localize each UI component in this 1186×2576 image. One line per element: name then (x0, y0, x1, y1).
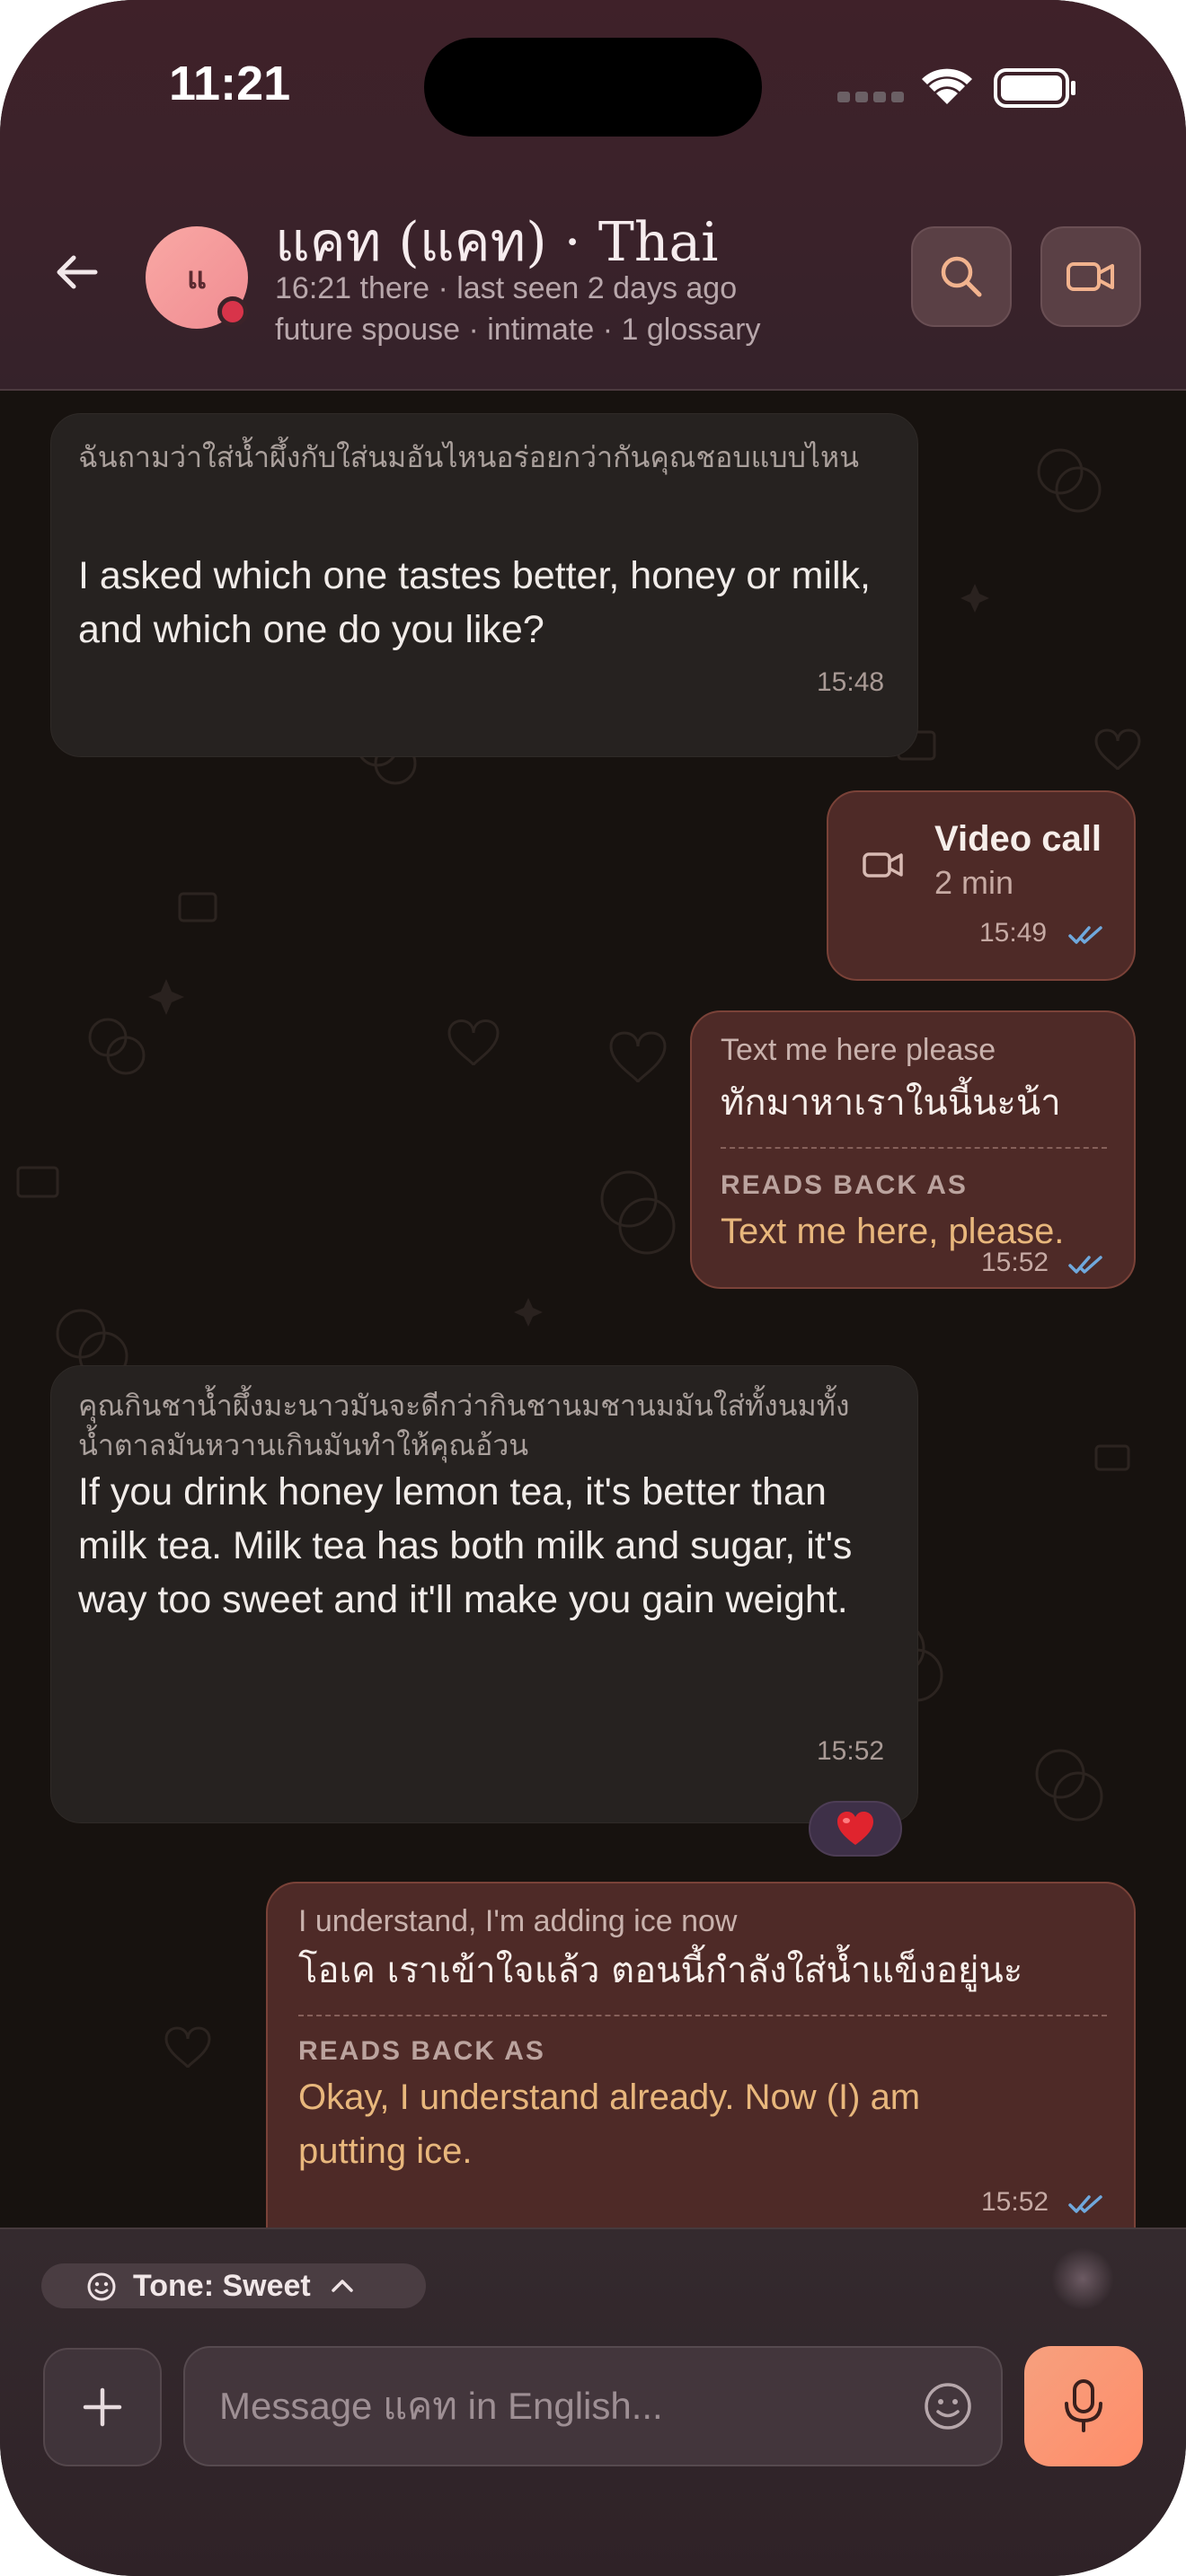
message-placeholder: Message แคท in English... (219, 2385, 663, 2427)
message-time: 15:49 (979, 918, 1048, 948)
message-list[interactable]: ฉันถามว่าใส่น้ำผึ้งกับใส่นมอันไหนอร่อยกว… (0, 391, 1186, 2228)
composer-bar: Tone: Sweet Message แคท in English... (0, 2228, 1186, 2576)
status-icons (837, 68, 1075, 108)
heart-icon (837, 1812, 873, 1845)
thai-translation-text: ทักมาหาเราในนี้นะน้า (721, 1082, 1061, 1124)
reads-back-label: READS BACK AS (298, 2036, 545, 2066)
thai-translation-text: โอเค เราเข้าใจแล้ว ตอนนี้กำลังใส่น้ำแข็ง… (298, 1950, 1023, 1991)
decorative-glow (1051, 2247, 1114, 2310)
avatar-initials: แ (187, 260, 207, 296)
reads-back-label: READS BACK AS (721, 1170, 968, 1200)
message-time: 15:52 (981, 2187, 1049, 2217)
video-camera-icon (1067, 262, 1114, 291)
divider (298, 2015, 1107, 2016)
signal-icon (837, 92, 850, 102)
english-source-text: I understand, I'm adding ice now (298, 1904, 738, 1938)
reaction-heart[interactable] (809, 1801, 902, 1857)
video-call-button[interactable] (1040, 226, 1141, 327)
incoming-message-bubble[interactable]: ฉันถามว่าใส่น้ำผึ้งกับใส่นมอันไหนอร่อยกว… (50, 413, 918, 757)
message-time: 15:52 (981, 1248, 1049, 1277)
video-camera-icon (863, 852, 903, 878)
plus-icon (83, 2387, 122, 2427)
wifi-icon (922, 68, 972, 104)
battery-icon (994, 68, 1075, 108)
double-check-icon (1068, 2195, 1102, 2213)
tone-label: Tone: Sweet (133, 2268, 311, 2303)
face-tone-icon (87, 2272, 116, 2301)
translated-text: If you drink honey lemon tea, it's bette… (78, 1470, 853, 1621)
message-time: 15:52 (817, 1736, 885, 1766)
arrow-left-icon (57, 255, 98, 289)
message-time: 15:48 (817, 667, 885, 697)
chevron-up-icon (331, 2280, 353, 2292)
message-input[interactable]: Message แคท in English... (183, 2346, 1003, 2466)
divider (721, 1147, 1107, 1149)
contact-status: 16:21 there · last seen 2 days ago (275, 271, 738, 305)
status-time: 11:21 (169, 57, 291, 110)
search-button[interactable] (911, 226, 1012, 327)
outgoing-message-bubble[interactable]: I understand, I'm adding ice now โอเค เร… (266, 1882, 1136, 2228)
search-icon (941, 256, 982, 297)
original-thai-text: คุณกินชาน้ำผึ้งมะนาวมันจะดีกว่ากินชานมชา… (78, 1389, 850, 1462)
microphone-icon (1065, 2379, 1102, 2432)
chat-header: 11:21 แ แคท (แคท) · Thai 16:21 there · l… (0, 0, 1186, 391)
dynamic-island (424, 38, 762, 137)
double-check-icon (1068, 1256, 1102, 1274)
back-button[interactable] (45, 241, 108, 304)
video-call-bubble[interactable]: Video call 2 min 15:49 (827, 790, 1136, 981)
tone-selector[interactable]: Tone: Sweet (41, 2263, 426, 2308)
voice-record-button[interactable] (1024, 2346, 1143, 2466)
translated-text: I asked which one tastes better, honey o… (78, 554, 871, 651)
presence-dot (217, 296, 248, 327)
contact-relationship: future spouse · intimate · 1 glossary (275, 313, 761, 347)
outgoing-message-bubble[interactable]: Text me here please ทักมาหาเราในนี้นะน้า… (690, 1010, 1136, 1289)
english-source-text: Text me here please (721, 1033, 996, 1067)
original-thai-text: ฉันถามว่าใส่น้ำผึ้งกับใส่นมอันไหนอร่อยกว… (78, 440, 859, 474)
call-title: Video call (934, 819, 1102, 859)
phone-screen: 11:21 แ แคท (แคท) · Thai 16:21 there · l… (0, 0, 1186, 2576)
attach-button[interactable] (43, 2348, 162, 2466)
smiley-icon[interactable] (922, 2380, 974, 2432)
reads-back-text: Okay, I understand already. Now (I) am p… (298, 2078, 921, 2171)
call-duration: 2 min (934, 864, 1014, 901)
incoming-message-bubble[interactable]: คุณกินชาน้ำผึ้งมะนาวมันจะดีกว่ากินชานมชา… (50, 1365, 918, 1823)
double-check-icon (1068, 926, 1102, 944)
